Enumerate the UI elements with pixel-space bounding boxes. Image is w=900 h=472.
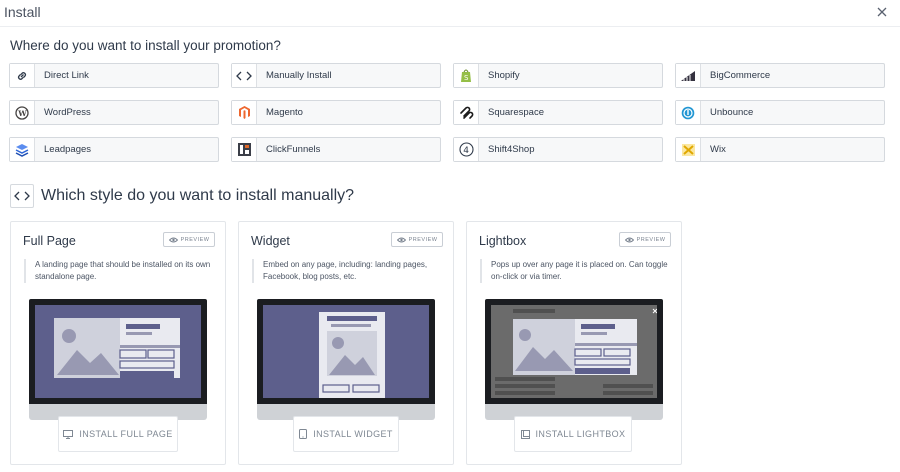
manual-heading: Which style do you want to install manua…: [41, 187, 355, 204]
clickfunnels-icon: [237, 143, 251, 156]
svg-text:4: 4: [463, 146, 469, 156]
close-button[interactable]: [874, 4, 890, 20]
card-title: Lightbox: [479, 234, 527, 248]
magento-icon: [238, 106, 250, 119]
platform-label: Squarespace: [488, 107, 544, 118]
platform-manually-install[interactable]: Manually Install: [231, 63, 441, 88]
wix-icon: [681, 143, 695, 156]
link-icon: [17, 71, 27, 80]
widget-illustration: [257, 299, 435, 420]
card-title: Full Page: [23, 234, 76, 248]
install-widget-button[interactable]: INSTALL WIDGET: [293, 416, 399, 452]
platform-label: Shift4Shop: [488, 144, 535, 155]
install-label: INSTALL WIDGET: [313, 429, 393, 439]
modal-title: Install: [4, 4, 41, 20]
full-page-illustration: [29, 299, 207, 420]
platform-clickfunnels[interactable]: ClickFunnels: [231, 137, 441, 162]
code-icon: [236, 71, 252, 80]
monitor-icon: [63, 429, 74, 439]
platform-direct-link[interactable]: Direct Link: [9, 63, 219, 88]
preview-label: PREVIEW: [636, 236, 666, 243]
squarespace-icon: [459, 106, 473, 119]
install-lightbox-button[interactable]: INSTALL LIGHTBOX: [514, 416, 632, 452]
install-label: INSTALL LIGHTBOX: [535, 429, 626, 439]
platform-magento[interactable]: Magento: [231, 100, 441, 125]
svg-text:S: S: [464, 74, 469, 82]
platform-label: Shopify: [488, 70, 520, 81]
eye-icon: [168, 237, 178, 242]
style-card-full-page: Full Page PREVIEW A landing page that sh…: [10, 221, 226, 465]
card-description: Pops up over any page it is placed on. C…: [480, 259, 670, 283]
shopify-icon: S: [461, 69, 471, 82]
install-label: INSTALL FULL PAGE: [79, 429, 173, 439]
platform-leadpages[interactable]: Leadpages: [9, 137, 219, 162]
platform-bigcommerce[interactable]: BigCommerce: [675, 63, 885, 88]
tablet-icon: [299, 429, 308, 439]
platform-label: BigCommerce: [710, 70, 771, 81]
wordpress-icon: W: [15, 105, 29, 120]
eye-icon: [624, 237, 634, 242]
close-icon: [877, 7, 887, 17]
platform-squarespace[interactable]: Squarespace: [453, 100, 663, 125]
platform-label: Wix: [710, 144, 726, 155]
preview-button[interactable]: PREVIEW: [619, 232, 671, 247]
lightbox-illustration: [485, 299, 663, 420]
preview-button[interactable]: PREVIEW: [163, 232, 215, 247]
bigcommerce-icon: [681, 70, 695, 81]
install-question: Where do you want to install your promot…: [10, 38, 281, 53]
platform-label: Manually Install: [266, 70, 332, 81]
leadpages-icon: [15, 143, 29, 157]
platform-wordpress[interactable]: W WordPress: [9, 100, 219, 125]
card-description: Embed on any page, including: landing pa…: [252, 259, 442, 283]
platform-label: Leadpages: [44, 144, 92, 155]
shift4shop-icon: 4: [458, 142, 474, 157]
platform-label: WordPress: [44, 107, 91, 118]
platform-label: ClickFunnels: [266, 144, 321, 155]
preview-label: PREVIEW: [180, 236, 210, 243]
svg-text:W: W: [17, 109, 27, 118]
unbounce-icon: [681, 106, 695, 119]
card-description: A landing page that should be installed …: [24, 259, 214, 283]
install-full-page-button[interactable]: INSTALL FULL PAGE: [58, 416, 178, 452]
platform-unbounce[interactable]: Unbounce: [675, 100, 885, 125]
preview-label: PREVIEW: [408, 236, 438, 243]
platform-label: Unbounce: [710, 107, 754, 118]
preview-button[interactable]: PREVIEW: [391, 232, 443, 247]
modal-header: Install: [0, 0, 900, 27]
platform-shift4shop[interactable]: 4 Shift4Shop: [453, 137, 663, 162]
platform-label: Direct Link: [44, 70, 89, 81]
platform-wix[interactable]: Wix: [675, 137, 885, 162]
eye-icon: [396, 237, 406, 242]
manual-heading-icon-box: [10, 184, 34, 208]
style-card-widget: Widget PREVIEW Embed on any page, includ…: [238, 221, 454, 465]
platform-shopify[interactable]: S Shopify: [453, 63, 663, 88]
style-card-lightbox: Lightbox PREVIEW Pops up over any page i…: [466, 221, 682, 465]
card-title: Widget: [251, 234, 290, 248]
platform-label: Magento: [266, 107, 303, 118]
window-icon: [520, 429, 530, 439]
code-icon: [14, 191, 30, 201]
